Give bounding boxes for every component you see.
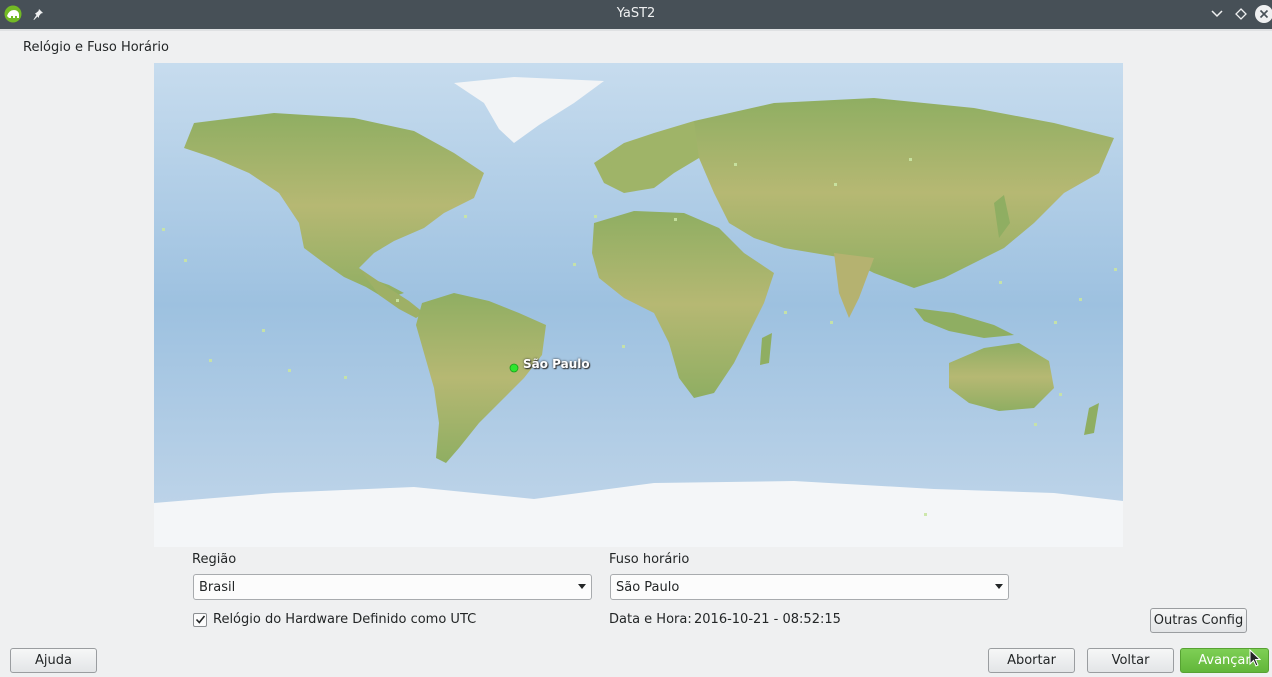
checkmark-icon <box>195 615 205 624</box>
hardware-clock-utc-option[interactable]: Relógio do Hardware Definido como UTC <box>193 612 476 627</box>
other-settings-button[interactable]: Outras Config <box>1150 608 1247 633</box>
hardware-clock-utc-checkbox[interactable] <box>193 612 207 627</box>
back-button[interactable]: Voltar <box>1087 648 1174 673</box>
world-map-graphic <box>154 63 1123 547</box>
abort-button[interactable]: Abortar <box>988 648 1075 673</box>
maximize-icon[interactable] <box>1232 5 1250 23</box>
datetime-label: Data e Hora: <box>609 612 692 627</box>
timezone-select[interactable]: São Paulo <box>610 574 1009 600</box>
selected-city-label: São Paulo <box>523 357 590 371</box>
selected-city-marker <box>509 363 519 373</box>
section-title: Relógio e Fuso Horário <box>23 40 169 55</box>
timezone-label: Fuso horário <box>609 552 690 567</box>
world-timezone-map[interactable]: São Paulo <box>154 63 1123 547</box>
timezone-value: São Paulo <box>616 579 680 595</box>
title-bar-divider <box>0 29 1272 31</box>
help-button[interactable]: Ajuda <box>10 648 97 673</box>
chevron-down-icon <box>578 584 586 589</box>
minimize-icon[interactable] <box>1208 5 1226 23</box>
title-bar: YaST2 <box>0 0 1272 29</box>
mouse-cursor-icon <box>1249 648 1262 671</box>
chevron-down-icon <box>995 584 1003 589</box>
datetime-value: 2016-10-21 - 08:52:15 <box>694 612 841 627</box>
window-title: YaST2 <box>616 6 656 21</box>
region-select[interactable]: Brasil <box>193 574 592 600</box>
hardware-clock-utc-label: Relógio do Hardware Definido como UTC <box>213 612 477 627</box>
close-icon[interactable] <box>1255 5 1272 23</box>
region-label: Região <box>192 552 237 567</box>
region-value: Brasil <box>199 579 236 595</box>
